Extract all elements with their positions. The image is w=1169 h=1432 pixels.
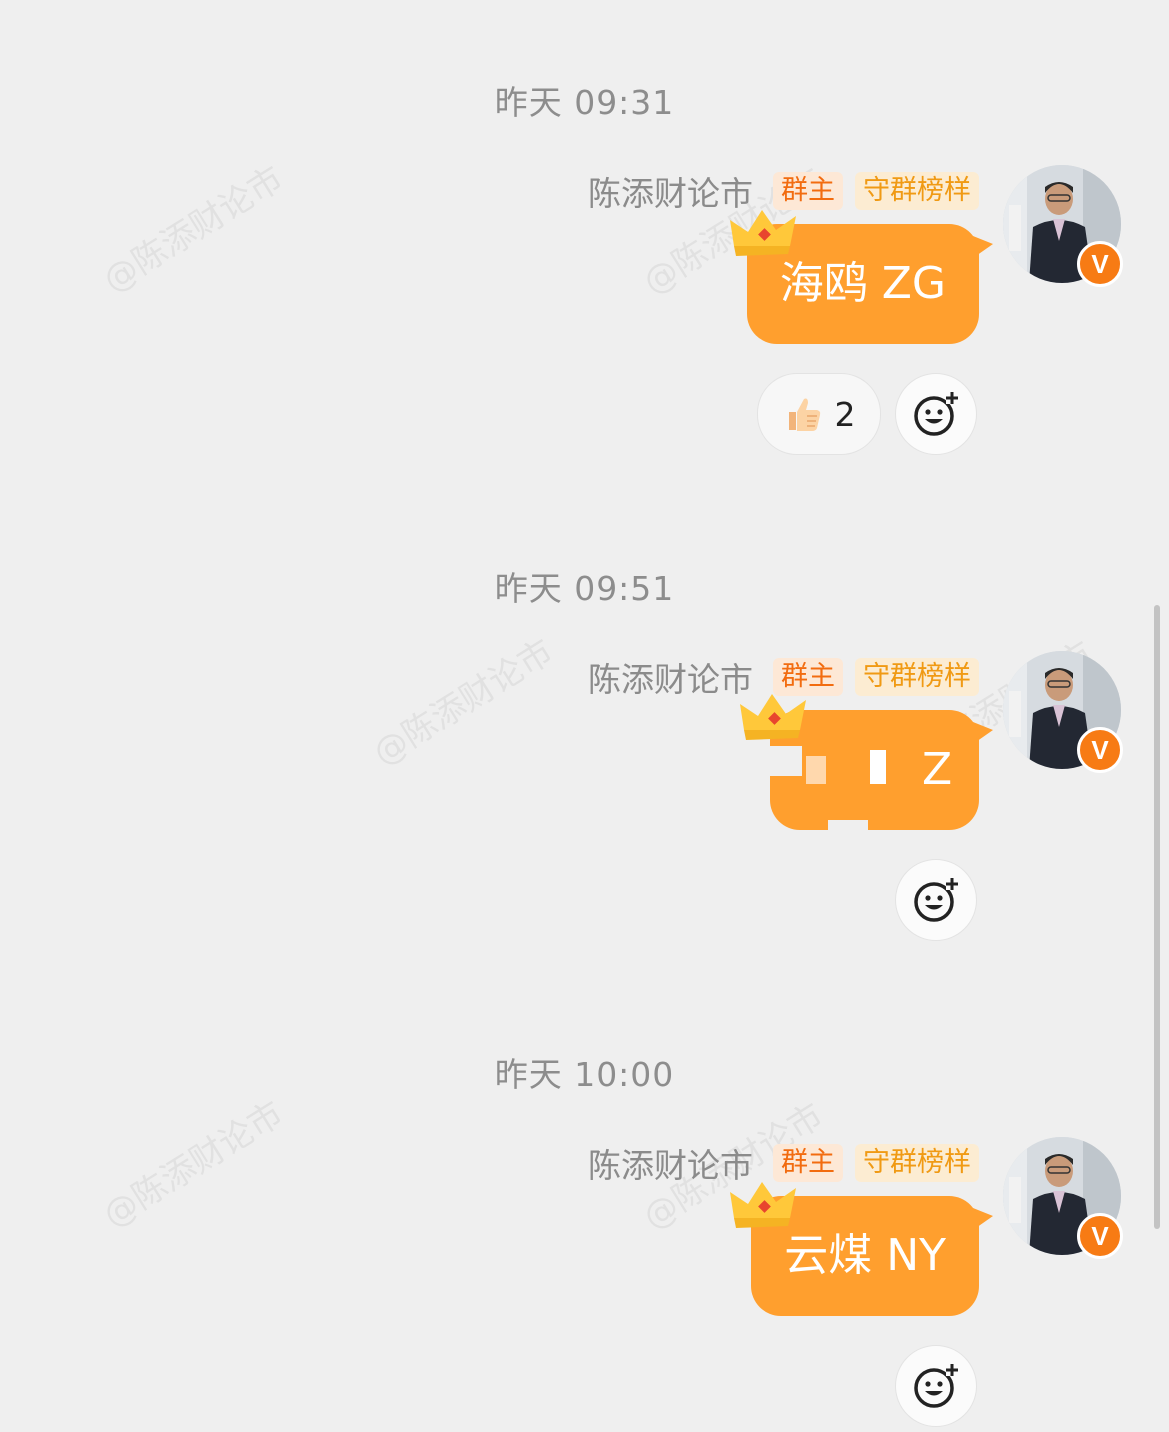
thumbs-up-reaction[interactable]: 2 — [757, 373, 881, 455]
message-group: 昨天 10:00 陈添财论市 群主 守群榜样 V 云煤 NY — [0, 972, 1169, 1432]
redacted-area — [758, 746, 802, 776]
scrollbar[interactable] — [1154, 605, 1160, 1229]
avatar[interactable]: V — [1003, 165, 1123, 287]
add-reaction-button[interactable] — [895, 859, 977, 941]
add-emoji-icon — [914, 392, 958, 436]
message-timestamp: 昨天 10:00 — [494, 1055, 675, 1094]
add-emoji-icon — [914, 1364, 958, 1408]
add-emoji-icon — [914, 878, 958, 922]
honor-badge: 守群榜样 — [855, 172, 979, 210]
add-reaction-button[interactable] — [895, 373, 977, 455]
crown-icon — [740, 694, 806, 740]
owner-badge: 群主 — [773, 1144, 843, 1182]
sender-name[interactable]: 陈添财论市 — [588, 653, 753, 701]
owner-badge: 群主 — [773, 172, 843, 210]
message-timestamp: 昨天 09:31 — [494, 83, 675, 122]
honor-badge: 守群榜样 — [855, 1144, 979, 1182]
redacted-area — [806, 756, 826, 784]
redacted-area — [870, 750, 886, 784]
message-text: Z — [922, 744, 953, 795]
verified-icon: V — [1077, 241, 1123, 287]
message-group: 昨天 09:31 陈添财论市 群主 守群榜样 V 海鸥 ZG 2 — [0, 0, 1169, 460]
avatar[interactable]: V — [1003, 1137, 1123, 1259]
reaction-count: 2 — [834, 394, 856, 434]
redacted-area — [828, 820, 868, 830]
crown-icon — [730, 210, 796, 256]
message-group: 昨天 09:51 陈添财论市 群主 守群榜样 V Z — [0, 486, 1169, 946]
add-reaction-button[interactable] — [895, 1345, 977, 1427]
verified-icon: V — [1077, 1213, 1123, 1259]
honor-badge: 守群榜样 — [855, 658, 979, 696]
verified-icon: V — [1077, 727, 1123, 773]
avatar[interactable]: V — [1003, 651, 1123, 773]
message-timestamp: 昨天 09:51 — [494, 569, 675, 608]
thumbs-up-icon — [788, 398, 820, 431]
crown-icon — [730, 1182, 796, 1228]
